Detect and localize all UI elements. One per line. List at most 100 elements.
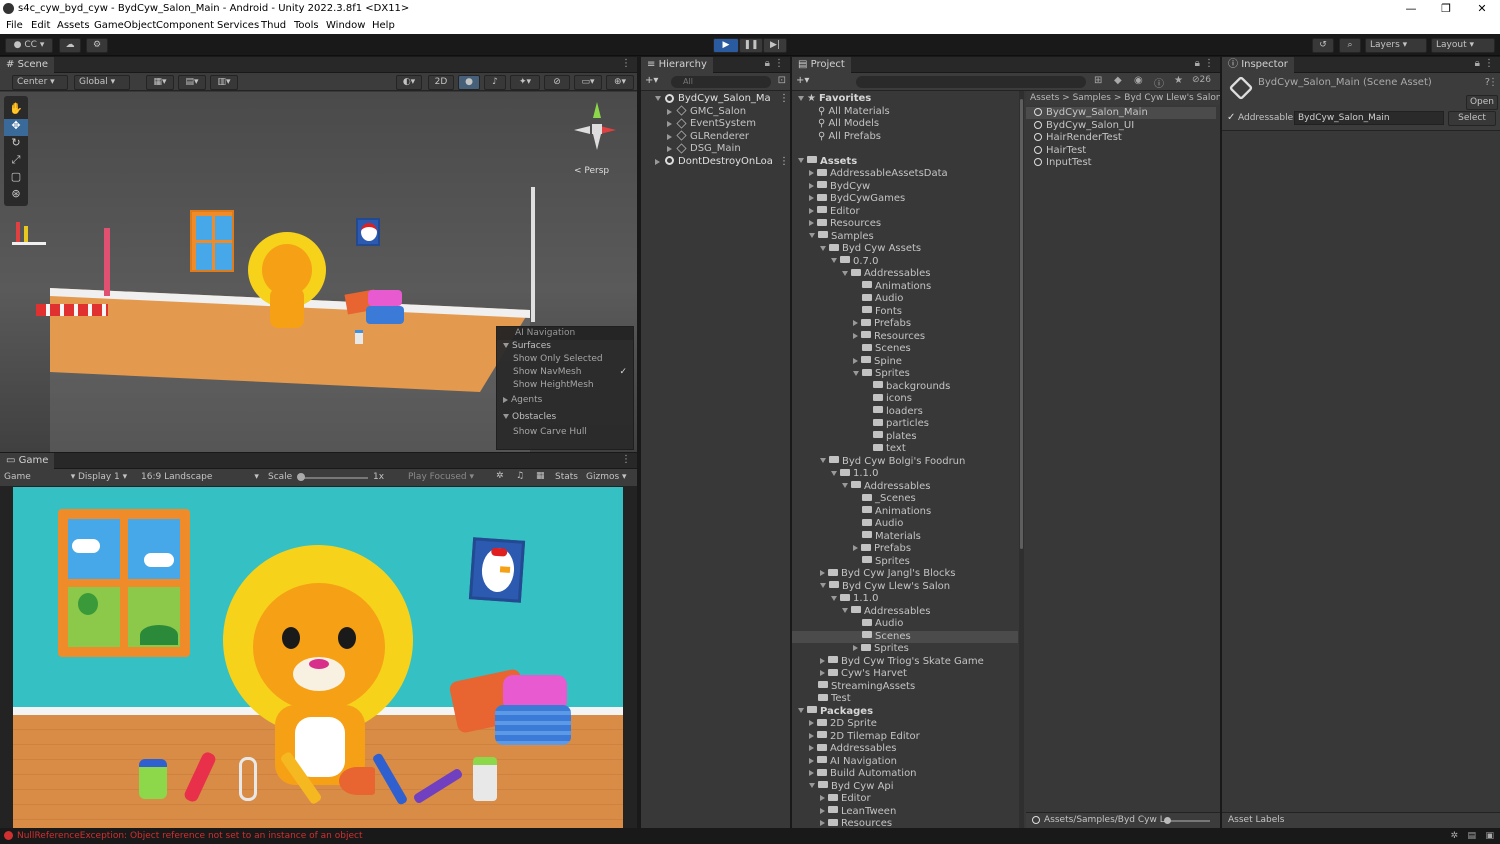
collapse-arrow-icon[interactable] — [809, 170, 814, 176]
grid-snap-icon[interactable]: ▦▾ — [146, 75, 174, 90]
tree-row[interactable]: BydCyw — [792, 181, 1018, 193]
hierarchy-search-input[interactable]: All — [671, 76, 771, 88]
pivot-dropdown[interactable]: Center ▾ — [12, 75, 68, 90]
package-icon[interactable]: ◉ — [1134, 75, 1143, 86]
lock-icon[interactable]: 🔒︎ — [1195, 58, 1200, 69]
audio-icon[interactable]: ♪ — [484, 75, 506, 90]
transform-tool-icon[interactable]: ⊛ — [4, 187, 28, 204]
scale-slider[interactable] — [298, 477, 368, 479]
collapse-arrow-icon[interactable] — [820, 807, 825, 814]
scene-viewport[interactable]: < Persp ✋ ✥ ↻ ⤢ ▢ ⊛ AI Navigation Surfac… — [0, 92, 637, 452]
collapse-arrow-icon[interactable] — [809, 770, 814, 776]
maximize-button[interactable]: ❐ — [1431, 1, 1461, 17]
settings-kebab-icon[interactable]: ⋮ — [1488, 77, 1498, 88]
tree-row[interactable]: ⚲ All Prefabs — [792, 131, 1018, 143]
breadcrumb-samples[interactable]: Samples — [1073, 93, 1111, 103]
grid-visibility-icon[interactable]: ▤▾ — [178, 75, 206, 90]
stats-button[interactable]: Stats — [555, 472, 578, 482]
expand-arrow-icon[interactable] — [798, 158, 804, 163]
select-button[interactable]: Select — [1448, 111, 1496, 126]
scene-kebab-icon[interactable]: ⋮ — [779, 156, 789, 168]
display-dropdown[interactable]: Display 1 ▾ — [78, 472, 127, 482]
scale-slider-handle[interactable] — [297, 473, 305, 481]
tree-row[interactable]: _Scenes — [792, 493, 1018, 505]
collapse-arrow-icon[interactable] — [820, 657, 825, 664]
game-viewport[interactable] — [13, 487, 623, 828]
scene-visibility-icon[interactable]: ⊡ — [778, 75, 786, 86]
tree-row[interactable]: 0.7.0 — [792, 256, 1018, 268]
hidden-objects-icon[interactable]: ⊘ — [544, 75, 570, 90]
collapse-arrow-icon[interactable] — [820, 570, 825, 576]
hierarchy-scene-row[interactable]: BydCyw_Salon_Ma ⋮ — [655, 93, 789, 105]
surfaces-foldout[interactable]: Surfaces — [497, 340, 633, 353]
tree-row[interactable]: ⚲ All Models — [792, 118, 1018, 130]
breadcrumb-assets[interactable]: Assets — [1030, 93, 1059, 103]
cloud-icon[interactable]: ☁ — [59, 38, 81, 53]
draw-mode-icon[interactable]: ◐▾ — [396, 75, 422, 90]
asset-labels-bar[interactable]: Asset Labels — [1222, 812, 1500, 828]
tree-row[interactable]: Sprites — [792, 368, 1018, 380]
camera-icon[interactable]: ▭▾ — [574, 75, 602, 90]
tree-row[interactable]: Prefabs — [792, 318, 1018, 330]
tree-row[interactable]: Audio — [792, 293, 1018, 305]
tree-row[interactable]: Fonts — [792, 306, 1018, 318]
tree-row[interactable]: Sprites — [792, 643, 1018, 655]
menu-kebab-icon[interactable]: ⋮ — [621, 454, 631, 465]
lock-icon[interactable]: 🔒︎ — [1475, 58, 1480, 69]
minimize-button[interactable]: — — [1396, 1, 1426, 17]
agents-foldout[interactable]: Agents — [497, 392, 633, 409]
tree-row[interactable]: Editor — [792, 206, 1018, 218]
tree-row[interactable]: AddressableAssetsData — [792, 168, 1018, 180]
tree-row[interactable]: 1.1.0 — [792, 468, 1018, 480]
show-carve-hull-toggle[interactable]: Show Carve Hull — [497, 426, 633, 439]
expand-arrow-icon[interactable] — [831, 258, 837, 263]
tree-row[interactable]: Spine — [792, 356, 1018, 368]
tree-row[interactable]: Animations — [792, 506, 1018, 518]
addressable-checkbox[interactable]: ✓ — [1227, 112, 1235, 123]
collapse-arrow-icon[interactable] — [820, 795, 825, 801]
collapse-arrow-icon[interactable] — [853, 320, 858, 326]
expand-arrow-icon[interactable] — [831, 595, 837, 601]
tree-row[interactable]: 2D Tilemap Editor — [792, 731, 1018, 743]
rect-tool-icon[interactable]: ▢ — [4, 170, 28, 187]
keyboard-icon[interactable]: ▦ — [536, 471, 545, 481]
layout-dropdown[interactable]: Layout ▾ — [1431, 38, 1495, 53]
tab-project[interactable]: ▤ Project — [792, 57, 851, 73]
collapse-arrow-icon[interactable] — [667, 146, 672, 152]
menu-gameobject[interactable]: GameObject — [94, 20, 156, 31]
show-only-selected-toggle[interactable]: Show Only Selected — [497, 353, 633, 366]
hierarchy-row[interactable]: DSG_Main — [667, 142, 785, 155]
lock-icon[interactable]: 🔒︎ — [765, 58, 770, 69]
persp-label[interactable]: < Persp — [574, 166, 609, 176]
tree-row[interactable]: Addressables — [792, 268, 1018, 280]
create-asset-dropdown[interactable]: +▾ — [796, 75, 809, 86]
collapse-arrow-icon[interactable] — [809, 220, 814, 226]
scene-asset-row[interactable]: InputTest — [1026, 157, 1216, 169]
tree-row[interactable]: Build Automation — [792, 768, 1018, 780]
collapse-arrow-icon[interactable] — [667, 108, 672, 115]
tab-hierarchy[interactable]: ≡ Hierarchy — [641, 57, 713, 73]
tree-row[interactable]: Test — [792, 693, 1018, 705]
show-heightmesh-toggle[interactable]: Show HeightMesh — [497, 379, 633, 392]
tree-row[interactable]: plates — [792, 431, 1018, 443]
menu-thud[interactable]: Thud — [261, 20, 286, 31]
tree-row[interactable]: Animations — [792, 281, 1018, 293]
tree-row[interactable]: Sprites — [792, 556, 1018, 568]
progress-icon[interactable]: ▤ — [1467, 828, 1476, 844]
tree-row[interactable]: StreamingAssets — [792, 681, 1018, 693]
tab-game[interactable]: ▭ Game — [0, 453, 55, 469]
tree-row[interactable]: Byd Cyw Triog's Skate Game — [792, 656, 1018, 668]
expand-arrow-icon[interactable] — [809, 783, 815, 788]
expand-arrow-icon[interactable] — [798, 708, 804, 713]
pause-button[interactable]: ❚❚ — [739, 38, 763, 53]
open-button[interactable]: Open — [1466, 95, 1498, 110]
close-button[interactable]: ✕ — [1467, 1, 1497, 17]
tree-row[interactable]: Cyw's Harvet — [792, 668, 1018, 680]
collapse-arrow-icon[interactable] — [820, 670, 825, 676]
scene-asset-row[interactable]: BydCyw_Salon_Main — [1026, 107, 1216, 119]
expand-arrow-icon[interactable] — [820, 583, 826, 588]
play-focused-dropdown[interactable]: Play Focused ▾ — [408, 472, 474, 482]
collapse-arrow-icon[interactable] — [853, 645, 858, 651]
expand-arrow-icon[interactable] — [853, 370, 859, 376]
aspect-dropdown[interactable]: 16:9 Landscape ▾ — [141, 472, 259, 482]
